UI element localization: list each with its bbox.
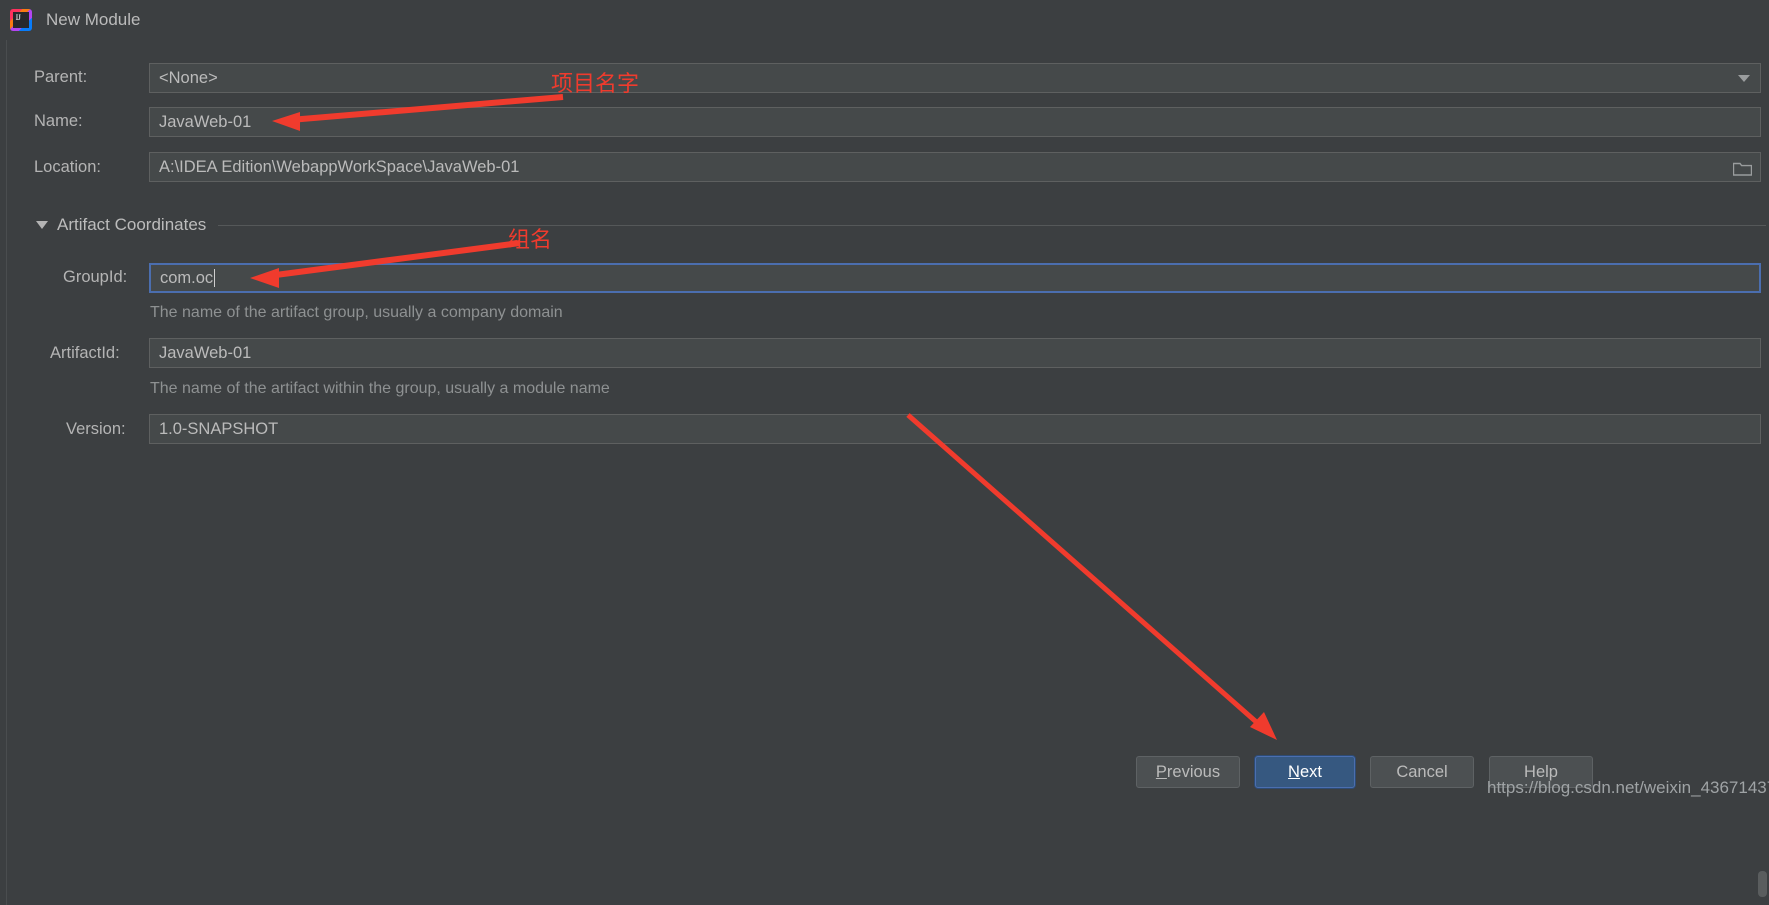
triangle-down-icon[interactable] (36, 221, 48, 229)
annotation-group-name: 组名 (508, 228, 553, 253)
artifactid-value: JavaWeb-01 (159, 343, 252, 362)
next-rest: ext (1299, 762, 1322, 781)
dialog-titlebar: IJ New Module (0, 0, 1769, 40)
location-label-row: Location: (34, 158, 101, 177)
cancel-button-label: Cancel (1396, 762, 1448, 781)
groupid-helper-text: The name of the artifact group, usually … (150, 304, 563, 321)
parent-label: Parent: (34, 68, 88, 86)
next-mnemonic: N (1288, 762, 1300, 781)
scrollbar-thumb[interactable] (1758, 871, 1767, 897)
arrow-to-next-button (906, 413, 1277, 740)
previous-button-label: Previous (1156, 763, 1220, 782)
annotation-project-name: 项目名字 (551, 72, 640, 97)
artifactid-label: ArtifactId: (50, 344, 120, 362)
artifactid-helper-text: The name of the artifact within the grou… (150, 380, 610, 397)
section-divider (218, 224, 1766, 226)
name-input[interactable]: JavaWeb-01 (149, 107, 1761, 137)
version-label-row: Version: (66, 420, 126, 439)
artifact-coordinates-title: Artifact Coordinates (57, 215, 207, 234)
name-value: JavaWeb-01 (159, 112, 252, 131)
intellij-idea-logo-icon: IJ (10, 9, 32, 31)
previous-button[interactable]: Previous (1136, 756, 1240, 788)
new-module-dialog: IJ New Module Parent: <None> Name: JavaW… (0, 0, 1769, 905)
parent-combobox[interactable]: <None> (149, 63, 1761, 93)
artifactid-input[interactable]: JavaWeb-01 (149, 338, 1761, 368)
location-input[interactable]: A:\IDEA Edition\WebappWorkSpace\JavaWeb-… (149, 152, 1761, 182)
artifact-coordinates-section-header[interactable]: Artifact Coordinates (36, 215, 1766, 235)
version-label: Version: (66, 420, 126, 438)
groupid-value: com.oc (160, 268, 214, 287)
previous-mnemonic: P (1155, 762, 1167, 781)
name-label-row: Name: (34, 112, 83, 131)
artifactid-label-row: ArtifactId: (50, 344, 120, 363)
dialog-title: New Module (46, 10, 141, 29)
groupid-label-row: GroupId: (63, 268, 127, 287)
text-caret (214, 269, 216, 287)
location-value: A:\IDEA Edition\WebappWorkSpace\JavaWeb-… (159, 157, 520, 176)
scrollbar-track[interactable] (1755, 845, 1769, 905)
watermark-url: https://blog.csdn.net/weixin_43671437 (1487, 778, 1769, 797)
next-button-label: Next (1288, 763, 1322, 782)
location-label: Location: (34, 158, 101, 176)
version-value: 1.0-SNAPSHOT (159, 419, 279, 438)
previous-rest: revious (1166, 762, 1221, 781)
groupid-input[interactable]: com.oc (149, 263, 1761, 293)
version-input[interactable]: 1.0-SNAPSHOT (149, 414, 1761, 444)
parent-label-row: Parent: (34, 68, 87, 87)
next-button[interactable]: Next (1255, 756, 1355, 788)
name-label: Name: (34, 112, 83, 130)
folder-icon[interactable] (1733, 161, 1752, 176)
dialog-left-rail (0, 40, 7, 905)
parent-value: <None> (159, 68, 218, 87)
cancel-button[interactable]: Cancel (1370, 756, 1474, 788)
chevron-down-icon[interactable] (1738, 75, 1750, 82)
groupid-label: GroupId: (63, 268, 128, 286)
